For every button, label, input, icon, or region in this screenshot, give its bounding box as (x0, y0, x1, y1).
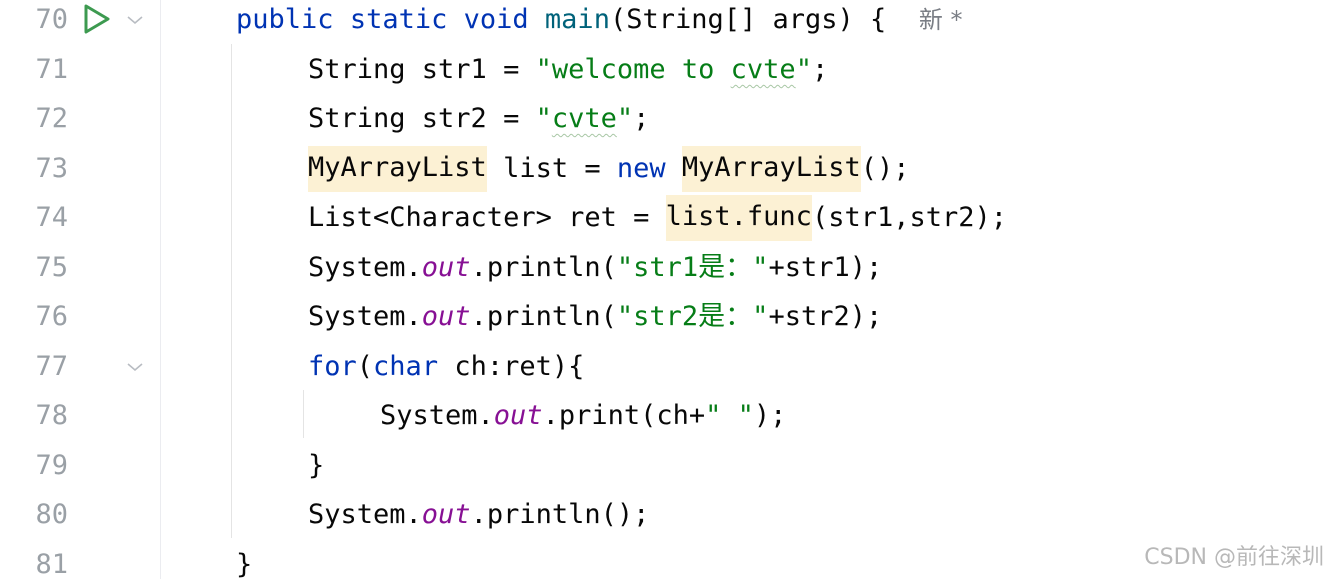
code-text: +str1); (768, 252, 883, 283)
keyword: char (373, 351, 439, 382)
author-inlay-hint[interactable]: 新 * (919, 6, 963, 34)
code-line-70[interactable]: public static void main(String[] args) {… (236, 0, 962, 40)
code-text: .println( (470, 252, 617, 283)
code-text: List<Character> ret = (308, 202, 666, 233)
code-text: (String[] args) { (609, 4, 887, 35)
run-gutter-icon[interactable] (82, 3, 112, 35)
code-line-81[interactable]: } (236, 545, 252, 585)
keyword: new (616, 153, 666, 184)
typo-word: cvte (730, 54, 796, 85)
code-text: ( (356, 351, 374, 382)
code-text: ; (633, 103, 650, 134)
chevron-down-icon[interactable] (126, 361, 144, 373)
code-line-79[interactable]: } (308, 446, 324, 486)
string-quote: " (795, 54, 812, 85)
static-field: out (493, 400, 543, 431)
code-text: (str1,str2); (811, 202, 1008, 233)
code-text: +str2); (768, 301, 883, 332)
line-number: 74 (35, 202, 68, 233)
line-number: 78 (35, 400, 68, 431)
code-text: (); (860, 153, 910, 184)
keyword: public (236, 4, 334, 35)
string-literal: welcome to (551, 54, 731, 85)
keyword: for (308, 351, 357, 382)
code-line-80[interactable]: System.out.println(); (308, 495, 649, 535)
string-literal: "str2是：" (616, 301, 769, 332)
string-quote: " (535, 54, 552, 85)
editor-gutter: 70 71 72 73 74 75 76 77 78 79 80 81 (0, 0, 161, 580)
code-line-74[interactable]: List<Character> ret = list.func(str1,str… (308, 195, 1008, 241)
highlighted-class-name: MyArrayList (308, 146, 487, 192)
code-line-72[interactable]: String str2 = "cvte"; (308, 99, 649, 139)
code-line-77[interactable]: for(char ch:ret){ (308, 347, 584, 387)
static-field: out (421, 499, 471, 530)
code-text: String str1 = (308, 54, 536, 85)
indent-guide (303, 390, 304, 438)
highlighted-method-call: list.func (665, 195, 812, 241)
line-number: 80 (35, 499, 68, 530)
static-field: out (421, 301, 471, 332)
line-number: 81 (35, 549, 68, 580)
typo-word: cvte (551, 103, 617, 134)
code-text: System. (308, 252, 422, 283)
code-text: .print(ch+ (542, 400, 706, 431)
string-quote: " (616, 103, 634, 134)
method-name: main (544, 4, 610, 35)
code-line-76[interactable]: System.out.println("str2是："+str2); (308, 297, 882, 337)
code-text: System. (308, 301, 422, 332)
line-number: 76 (35, 301, 68, 332)
code-line-71[interactable]: String str1 = "welcome to cvte"; (308, 50, 828, 90)
code-text: list = (486, 153, 617, 184)
code-text: ); (753, 400, 787, 431)
line-number: 72 (35, 103, 68, 134)
code-text: ch:ret){ (438, 351, 585, 382)
code-text: } (308, 450, 325, 481)
line-number: 79 (35, 450, 68, 481)
string-quote: " (535, 103, 552, 134)
code-text: ; (811, 54, 829, 85)
watermark: CSDN @前往深圳 (1144, 545, 1324, 570)
line-number: 77 (35, 351, 68, 382)
static-field: out (421, 252, 471, 283)
line-number: 73 (35, 153, 68, 184)
code-text: .println(); (470, 499, 650, 530)
code-line-75[interactable]: System.out.println("str1是："+str1); (308, 248, 882, 288)
code-text: System. (308, 499, 422, 530)
code-text: System. (380, 400, 494, 431)
line-number: 71 (35, 54, 68, 85)
indent-guide (231, 44, 232, 538)
keyword: static (349, 4, 448, 35)
code-text: .println( (470, 301, 617, 332)
keyword: void (463, 4, 529, 35)
code-line-78[interactable]: System.out.print(ch+" "); (380, 396, 786, 436)
code-text: String str2 = (308, 103, 536, 134)
code-editor[interactable]: 70 71 72 73 74 75 76 77 78 79 80 81 publ… (0, 0, 1330, 580)
line-number: 70 (35, 4, 68, 35)
string-literal: " " (705, 400, 754, 431)
code-line-73[interactable]: MyArrayList list = new MyArrayList(); (308, 146, 910, 192)
string-literal: "str1是：" (616, 252, 769, 283)
chevron-down-icon[interactable] (126, 14, 144, 26)
line-number: 75 (35, 252, 68, 283)
highlighted-class-name: MyArrayList (681, 146, 861, 192)
code-text: } (236, 549, 253, 580)
